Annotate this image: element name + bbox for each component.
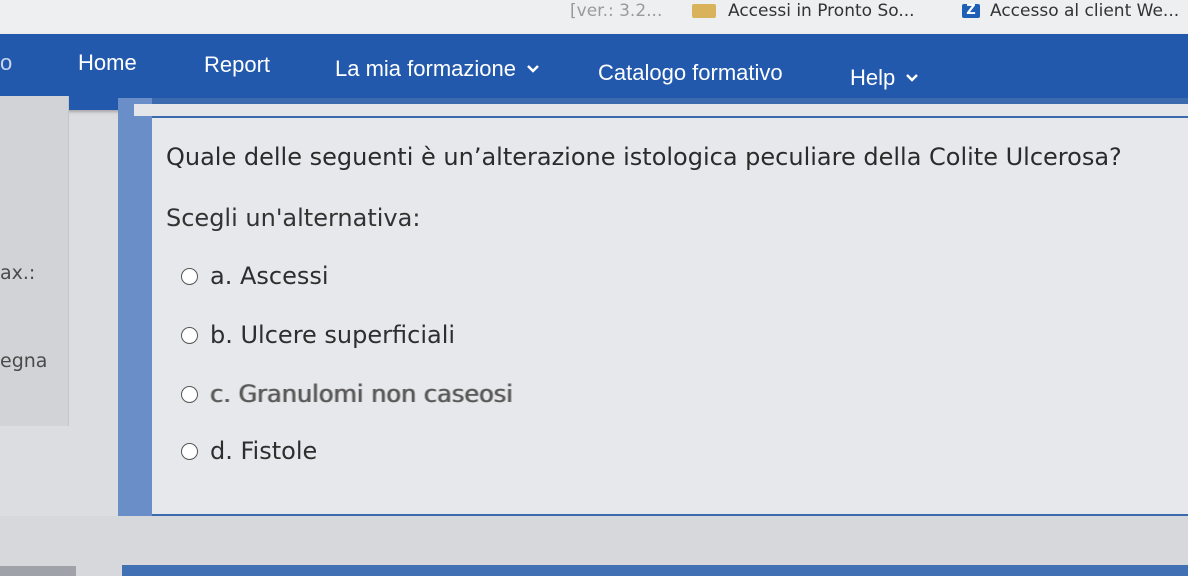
answer-label: b. Ulcere superficiali: [210, 321, 456, 349]
answer-label: d. Fistole: [210, 437, 318, 465]
nav-la-mia-formazione[interactable]: La mia formazione: [335, 56, 540, 82]
side-label-segna: egna: [0, 350, 48, 372]
bookmark-accesso-client[interactable]: Z Accesso al client We...: [962, 0, 1179, 22]
chevron-down-icon: [527, 65, 539, 73]
radio-button[interactable]: [181, 442, 198, 460]
question-text: Quale delle seguenti è un’alterazione is…: [166, 143, 1122, 171]
nav-la-mia-formazione-label: La mia formazione: [335, 56, 516, 81]
nav-home[interactable]: Home: [78, 50, 137, 76]
bookmark-accessi-pronto-soccorso[interactable]: Accessi in Pronto So...: [692, 0, 915, 22]
bookmarks-bar: [ver.: 3.2... Accessi in Pronto So... Z …: [0, 0, 1188, 35]
nav-help[interactable]: Help: [850, 65, 919, 91]
nav-partial-item[interactable]: o: [0, 50, 12, 76]
radio-button[interactable]: [181, 385, 198, 403]
answer-label: a. Ascessi: [210, 262, 329, 290]
radio-button[interactable]: [181, 267, 198, 285]
question-card-left-edge: [118, 98, 152, 516]
answer-option-c[interactable]: c. Granulomi non caseosi: [181, 380, 513, 408]
next-card-border: [122, 565, 1188, 576]
nav-help-label: Help: [850, 65, 896, 90]
answer-label: c. Granulomi non caseosi: [210, 380, 513, 408]
bookmark-partial-version[interactable]: [ver.: 3.2...: [570, 0, 662, 22]
nav-catalogo-formativo-label: Catalogo formativo: [598, 60, 783, 85]
answer-option-b[interactable]: b. Ulcere superficiali: [181, 321, 455, 349]
nav-report-label: Report: [204, 52, 271, 77]
bookmark-label: Accesso al client We...: [990, 1, 1180, 21]
answer-option-a[interactable]: a. Ascessi: [181, 262, 329, 290]
bookmark-label: Accessi in Pronto So...: [728, 1, 915, 21]
question-card-top-strip: [134, 104, 1188, 116]
z-logo-icon: Z: [962, 4, 980, 18]
folder-icon: [692, 4, 716, 18]
radio-button[interactable]: [181, 326, 198, 344]
chevron-down-icon: [906, 74, 919, 82]
bookmark-label: [ver.: 3.2...: [570, 1, 663, 21]
nav-partial-label: o: [0, 50, 13, 75]
nav-report[interactable]: Report: [204, 52, 270, 78]
nav-catalogo-formativo[interactable]: Catalogo formativo: [598, 60, 783, 86]
side-label-max: ax.:: [0, 262, 36, 284]
answer-instruction: Scegli un'alternativa:: [166, 204, 421, 232]
side-panel-bottom: [0, 566, 76, 576]
answer-option-d[interactable]: d. Fistole: [181, 437, 317, 465]
quiz-side-panel: [0, 96, 69, 426]
nav-home-label: Home: [78, 50, 137, 75]
